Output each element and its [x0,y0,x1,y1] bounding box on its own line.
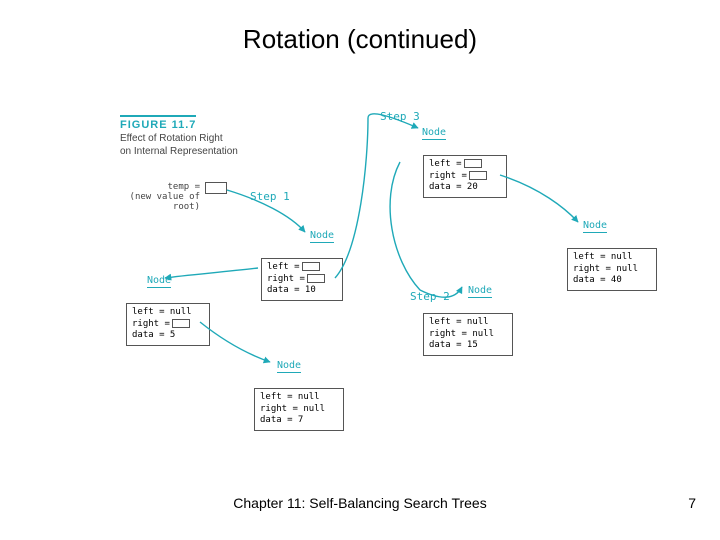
figure-number: FIGURE 11.7 [120,115,196,131]
step-3-label: Step 3 [380,110,420,123]
node-20-left: left = [429,159,501,171]
node-box-40: left = null right = null data = 40 [567,248,657,291]
node-label-5: Node [147,275,171,288]
node-label-20: Node [422,127,446,140]
node-10-data: data = 10 [267,285,337,297]
temp-eq: temp = [167,182,200,192]
node-5-data: data = 5 [132,330,204,342]
figure-caption-line2: on Internal Representation [120,146,238,157]
node-box-5: left = null right = data = 5 [126,303,210,346]
step-2-label: Step 2 [410,290,450,303]
slide-title: Rotation (continued) [0,24,720,55]
node-40-right: right = null [573,264,651,276]
node-7-left: left = null [260,392,338,404]
node-15-data: data = 15 [429,340,507,352]
temp-note: (new value of root) [130,192,200,212]
node-5-right: right = [132,319,204,331]
node-box-7: left = null right = null data = 7 [254,388,344,431]
node-box-10: left = right = data = 10 [261,258,343,301]
node-label-40: Node [583,220,607,233]
figure-caption: Effect of Rotation Right on Internal Rep… [120,132,238,158]
node-7-data: data = 7 [260,415,338,427]
node-40-data: data = 40 [573,275,651,287]
step-1-label: Step 1 [250,190,290,203]
node-box-20: left = right = data = 20 [423,155,507,198]
figure-caption-line1: Effect of Rotation Right [120,133,223,144]
node-5-left: left = null [132,307,204,319]
node-10-left: left = [267,262,337,274]
node-7-right: right = null [260,404,338,416]
node-20-right: right = [429,171,501,183]
temp-pointer-box [205,182,227,194]
slide-footer: Chapter 11: Self-Balancing Search Trees [0,495,720,511]
node-label-10: Node [310,230,334,243]
node-20-data: data = 20 [429,182,501,194]
temp-label: temp = (new value of root) [100,182,200,212]
node-15-left: left = null [429,317,507,329]
page-number: 7 [688,495,696,511]
node-label-7: Node [277,360,301,373]
node-15-right: right = null [429,329,507,341]
node-10-right: right = [267,274,337,286]
node-label-15: Node [468,285,492,298]
node-40-left: left = null [573,252,651,264]
node-box-15: left = null right = null data = 15 [423,313,513,356]
